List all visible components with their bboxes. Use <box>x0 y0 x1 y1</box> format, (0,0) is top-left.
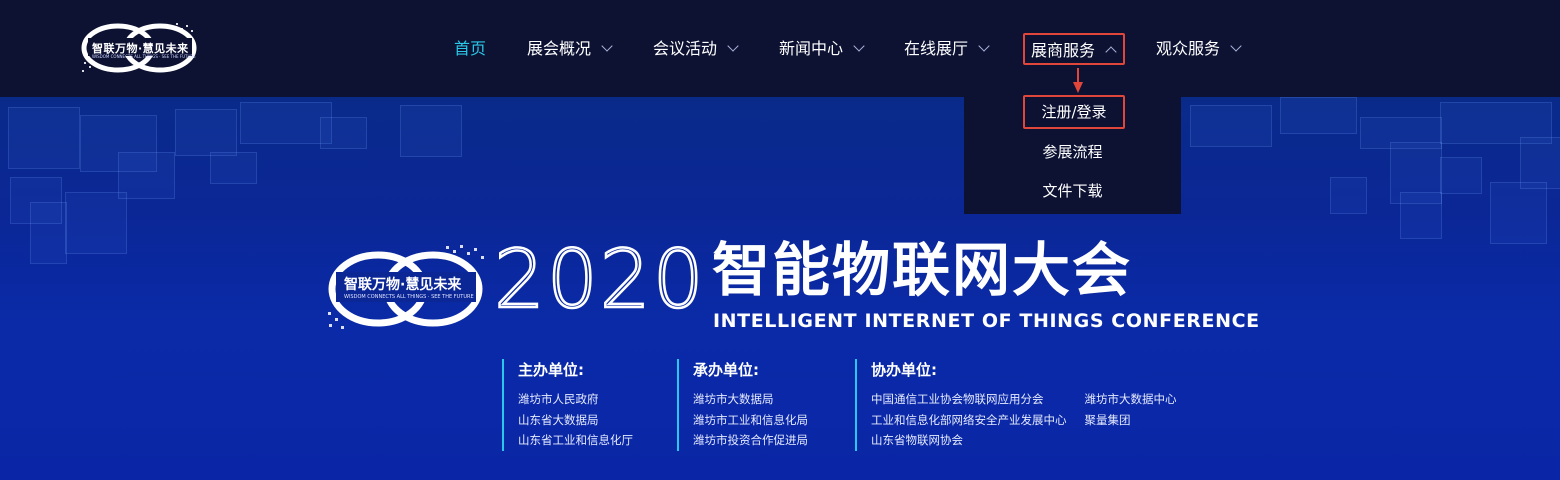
nav-item-label: 会议活动 <box>653 39 718 58</box>
organizer-host: 主办单位: 潍坊市人民政府 山东省大数据局 山东省工业和信息化厅 <box>502 359 633 451</box>
nav-item-label: 观众服务 <box>1156 39 1221 58</box>
organizer-item: 中国通信工业协会物联网应用分会 <box>871 392 1044 406</box>
logo-tagline: WISDOM CONNECTS ALL THINGS · SEE THE FUT… <box>92 54 196 59</box>
dropdown-item-register-login[interactable]: 注册/登录 <box>1023 95 1125 129</box>
organizer-heading: 承办单位: <box>693 361 759 379</box>
organizer-item: 潍坊市投资合作促进局 <box>693 433 808 447</box>
nav-item-label: 在线展厅 <box>904 39 969 58</box>
organizer-item: 潍坊市工业和信息化局 <box>693 412 808 427</box>
nav-item-label: 首页 <box>454 39 487 58</box>
exhibitor-services-dropdown: 注册/登录 参展流程 文件下载 <box>964 95 1181 214</box>
conference-title-en: INTELLIGENT INTERNET OF THINGS CONFERENC… <box>713 310 1260 332</box>
organizer-undertaker: 承办单位: 潍坊市大数据局 潍坊市工业和信息化局 潍坊市投资合作促进局 <box>677 359 808 451</box>
decorative-square <box>400 105 462 157</box>
decorative-square <box>65 192 127 254</box>
hero-banner: 智联万物·慧见未来 WISDOM CONNECTS ALL THINGS · S… <box>0 97 1560 480</box>
annotation-arrow-icon <box>1073 68 1083 93</box>
organizer-item: 工业和信息化部网络安全产业发展中心 <box>871 412 1067 427</box>
organizer-heading: 协办单位: <box>871 361 937 379</box>
decorative-square <box>175 109 237 156</box>
dropdown-item-exhibit-process[interactable]: 参展流程 <box>964 141 1181 162</box>
decorative-square <box>1190 105 1272 147</box>
decorative-square <box>8 107 80 169</box>
organizer-item: 山东省物联网协会 <box>871 433 963 447</box>
site-logo[interactable]: 智联万物·慧见未来 WISDOM CONNECTS ALL THINGS · S… <box>80 20 200 76</box>
organizer-list: 中国通信工业协会物联网应用分会 工业和信息化部网络安全产业发展中心 山东省物联网… <box>871 389 1067 451</box>
decorative-square <box>30 202 67 264</box>
decorative-square <box>240 102 332 144</box>
organizer-co-organizer: 协办单位: 中国通信工业协会物联网应用分会 工业和信息化部网络安全产业发展中心 … <box>855 359 1177 451</box>
decorative-square <box>118 152 175 199</box>
nav-item-exhibitor-services[interactable]: 展商服务 <box>1023 33 1125 65</box>
nav-item-conference-events[interactable]: 会议活动 <box>653 33 739 65</box>
decorative-square <box>1440 157 1482 194</box>
chevron-down-icon <box>1230 40 1242 52</box>
chevron-up-icon <box>1105 46 1117 58</box>
organizer-item: 潍坊市大数据局 <box>693 392 774 406</box>
nav-item-online-hall[interactable]: 在线展厅 <box>904 33 990 65</box>
chevron-down-icon <box>727 40 739 52</box>
conference-year: 2020 <box>493 233 706 326</box>
organizer-item: 山东省大数据局 <box>518 412 599 427</box>
conference-title-cn: 智能物联网大会 <box>712 236 1133 304</box>
nav-item-news-center[interactable]: 新闻中心 <box>779 33 865 65</box>
decorative-square <box>1400 192 1442 239</box>
chevron-down-icon <box>978 40 990 52</box>
decorative-square <box>1280 97 1357 134</box>
organizer-heading: 主办单位: <box>518 361 584 379</box>
conference-logo-text: 智联万物·慧见未来 <box>344 277 462 293</box>
organizer-item: 潍坊市大数据中心 <box>1084 392 1177 406</box>
organizer-list: 潍坊市人民政府 山东省大数据局 山东省工业和信息化厅 <box>518 389 633 451</box>
organizer-item: 山东省工业和信息化厅 <box>518 433 633 447</box>
nav-item-expo-overview[interactable]: 展会概况 <box>527 33 613 65</box>
nav-item-label: 新闻中心 <box>779 39 844 58</box>
dropdown-item-file-download[interactable]: 文件下载 <box>964 180 1181 201</box>
chevron-down-icon <box>853 40 865 52</box>
nav-item-home[interactable]: 首页 <box>454 33 486 65</box>
organizer-item: 潍坊市人民政府 <box>518 392 599 406</box>
nav-item-label: 展商服务 <box>1031 41 1096 60</box>
decorative-square <box>1330 177 1367 214</box>
conference-logo-tagline: WISDOM CONNECTS ALL THINGS · SEE THE FUT… <box>344 294 474 300</box>
top-navbar: 智联万物·慧见未来 WISDOM CONNECTS ALL THINGS · S… <box>0 0 1560 97</box>
organizer-list: 潍坊市大数据局 潍坊市工业和信息化局 潍坊市投资合作促进局 <box>693 389 808 451</box>
nav-item-visitor-services[interactable]: 观众服务 <box>1156 33 1242 65</box>
organizer-columns: 中国通信工业协会物联网应用分会 工业和信息化部网络安全产业发展中心 山东省物联网… <box>871 389 1177 451</box>
conference-logo: 智联万物·慧见未来 WISDOM CONNECTS ALL THINGS · S… <box>326 242 486 332</box>
chevron-down-icon <box>601 40 613 52</box>
decorative-square <box>320 117 367 149</box>
organizer-item: 聚量集团 <box>1084 412 1131 427</box>
nav-item-label: 展会概况 <box>527 39 592 58</box>
organizer-list: 潍坊市大数据中心 聚量集团 <box>1085 389 1177 451</box>
decorative-square <box>210 152 257 184</box>
decorative-square <box>1490 182 1547 244</box>
